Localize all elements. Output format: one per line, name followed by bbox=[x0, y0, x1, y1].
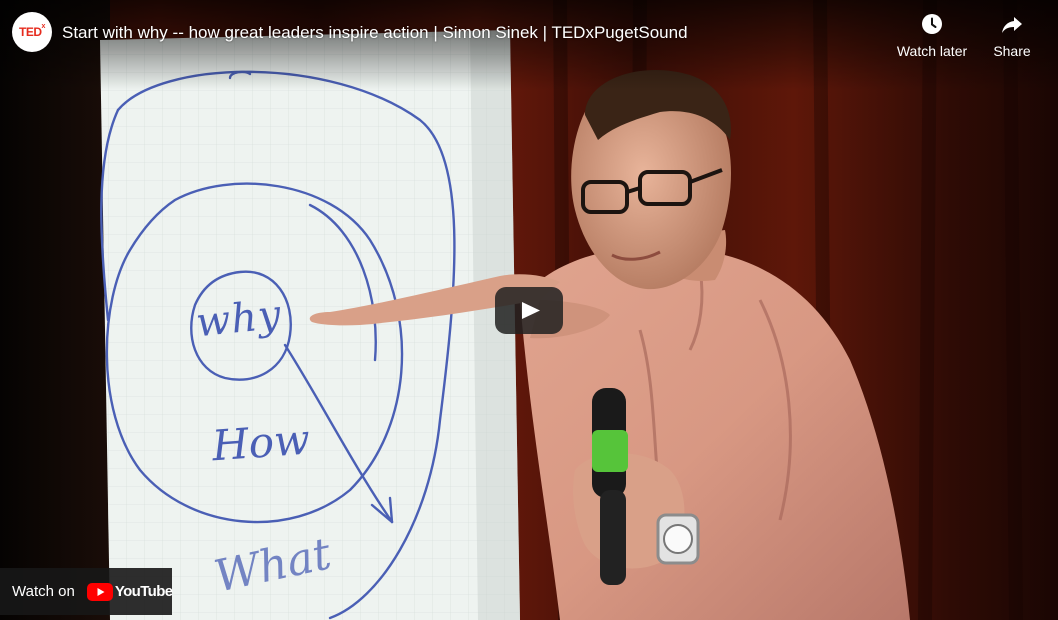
tedx-logo-text: TED bbox=[19, 25, 42, 39]
share-label: Share bbox=[993, 43, 1031, 59]
flipchart-word-how: How bbox=[210, 414, 312, 471]
share-button[interactable]: Share bbox=[972, 10, 1052, 66]
watch-later-label: Watch later bbox=[896, 43, 968, 59]
watch-on-label: Watch on bbox=[12, 583, 75, 600]
tedx-logo: TEDx bbox=[19, 23, 46, 39]
play-button[interactable] bbox=[495, 287, 563, 334]
watch-on-youtube-button[interactable]: Watch on YouTube bbox=[0, 568, 173, 615]
youtube-wordmark: YouTube bbox=[114, 583, 173, 600]
play-icon bbox=[495, 287, 563, 334]
channel-avatar[interactable]: TEDx bbox=[12, 12, 52, 52]
youtube-logo-icon bbox=[86, 582, 113, 601]
video-title-link[interactable]: Start with why -- how great leaders insp… bbox=[62, 20, 688, 46]
youtube-logo: YouTube bbox=[86, 582, 173, 601]
tedx-logo-sup: x bbox=[41, 23, 46, 30]
clock-icon bbox=[922, 14, 942, 34]
watch-later-button[interactable]: Watch later bbox=[892, 10, 972, 66]
share-arrow-icon bbox=[1002, 17, 1022, 33]
youtube-embed-player[interactable]: why How What TEDx Start with why -- how … bbox=[0, 0, 1058, 620]
flipchart-word-why: why bbox=[193, 291, 284, 347]
